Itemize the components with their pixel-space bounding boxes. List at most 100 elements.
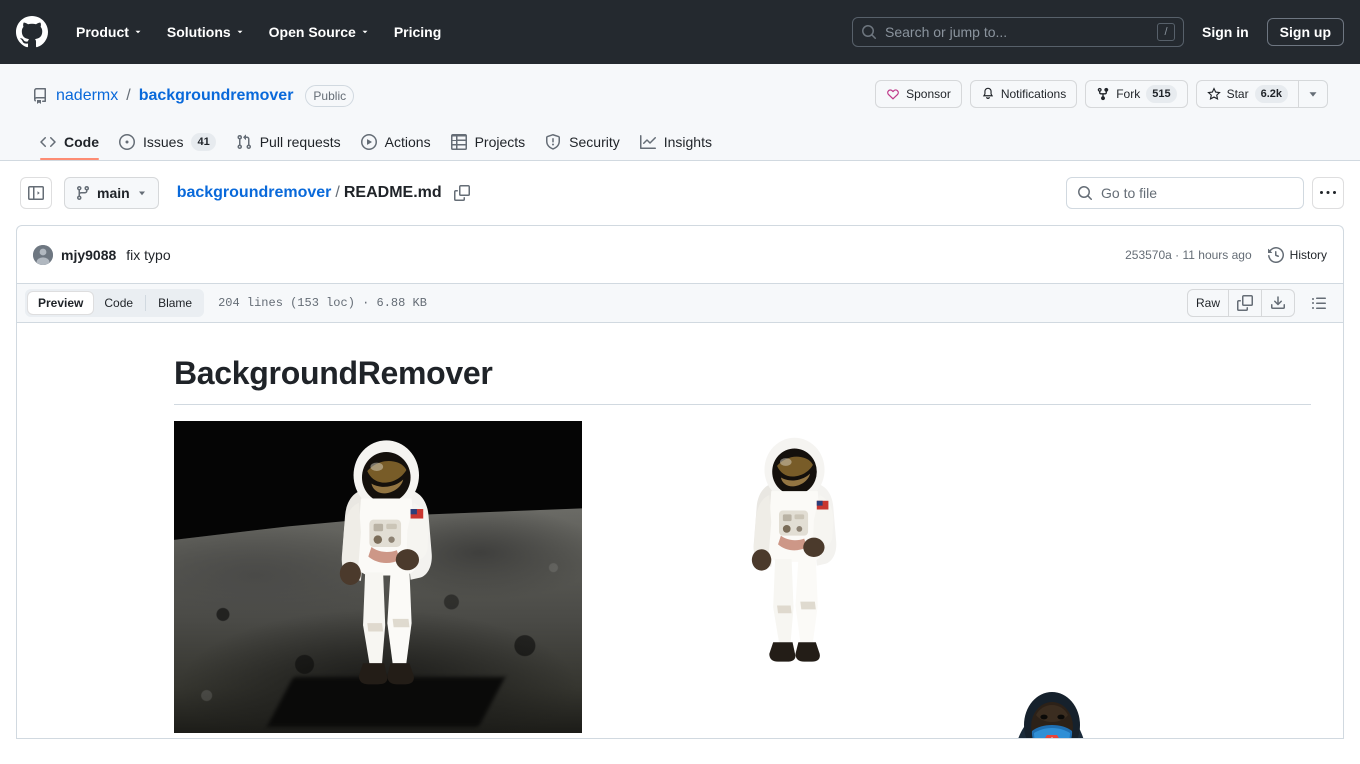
star-dropdown-button[interactable] (1299, 80, 1328, 108)
global-nav: Product Solutions Open Source Pricing (64, 16, 453, 48)
notifications-label: Notifications (1000, 87, 1067, 101)
person-hoodie-graphic (1018, 692, 1084, 738)
repository-header: nadermx / backgroundremover Public Spons… (0, 64, 1360, 161)
chevron-down-icon (237, 30, 243, 34)
tab-insights[interactable]: Insights (632, 124, 724, 160)
tab-pull-requests[interactable]: Pull requests (228, 124, 353, 160)
triangle-down-icon (1309, 92, 1317, 97)
commit-meta-group: 253570a · 11 hours ago History (1125, 246, 1327, 263)
breadcrumb-file-name: README.md (343, 184, 442, 201)
nav-item-open-source[interactable]: Open Source (257, 16, 382, 48)
tab-actions[interactable]: Actions (353, 124, 443, 160)
tab-projects[interactable]: Projects (443, 124, 538, 160)
global-header: Product Solutions Open Source Pricing Se… (0, 0, 1360, 64)
repo-icon (34, 88, 46, 104)
fork-button[interactable]: Fork 515 (1085, 80, 1188, 108)
tab-code[interactable]: Code (32, 124, 111, 160)
file-view-toolbar: Preview Code Blame 204 lines (153 loc) ·… (16, 283, 1344, 323)
commit-message-link[interactable]: fix typo (126, 247, 170, 263)
star-button[interactable]: Star 6.2k (1195, 80, 1299, 108)
file-toolbar-actions: Raw (1186, 287, 1335, 319)
avatar-image (33, 244, 53, 265)
branch-selector-button[interactable]: main (64, 177, 159, 209)
commit-meta-separator: · (1171, 247, 1183, 262)
tab-issues[interactable]: Issues 41 (111, 124, 228, 160)
sidebar-expand-icon (28, 186, 44, 200)
view-code-tab[interactable]: Code (94, 291, 143, 315)
avatar[interactable] (33, 244, 53, 265)
tab-label: Projects (474, 134, 526, 150)
list-unordered-icon (1312, 297, 1326, 309)
nav-item-label: Pricing (393, 24, 442, 40)
nav-item-product[interactable]: Product (64, 16, 155, 48)
tab-label: Security (569, 134, 620, 150)
tab-security[interactable]: Security (537, 124, 632, 160)
tab-label: Pull requests (259, 134, 341, 150)
triangle-down-icon (138, 191, 145, 196)
breadcrumb-repo-link[interactable]: backgroundremover (177, 184, 332, 202)
table-icon (450, 134, 467, 150)
shield-icon (546, 134, 561, 150)
astronaut-cutout-image (727, 431, 862, 683)
tab-label: Issues (143, 134, 184, 150)
sign-in-link[interactable]: Sign in (1192, 18, 1259, 46)
copy-raw-button[interactable] (1229, 290, 1262, 316)
commit-hash-and-time: 253570a · 11 hours ago (1125, 248, 1252, 262)
go-to-file-placeholder: Go to file (1101, 185, 1158, 201)
astronaut-on-moon-original-image (174, 421, 582, 733)
go-to-file-input[interactable]: Go to file (1066, 177, 1304, 209)
more-options-button[interactable] (1312, 177, 1344, 209)
readme-heading: BackgroundRemover (174, 355, 1311, 405)
repo-visibility-badge: Public (305, 85, 355, 107)
download-raw-button[interactable] (1262, 290, 1294, 316)
latest-commit-bar: mjy9088 fix typo 253570a · 11 hours ago … (16, 225, 1344, 283)
repository-actions: Sponsor Notifications Fork 515 Star 6.2k (875, 80, 1328, 108)
github-mark-icon[interactable] (16, 16, 48, 48)
sidebar-toggle-button[interactable] (20, 177, 52, 209)
tab-label: Actions (384, 134, 431, 150)
kebab-horizontal-icon (1320, 191, 1336, 194)
sponsor-button[interactable]: Sponsor (875, 80, 962, 108)
commit-hash[interactable]: 253570a (1125, 248, 1172, 262)
repo-owner-link[interactable]: nadermx (56, 87, 118, 105)
astronaut-figure (321, 433, 452, 708)
readme-image-row (174, 421, 1311, 738)
heart-icon (887, 89, 899, 100)
nav-item-pricing[interactable]: Pricing (382, 16, 453, 48)
astronaut-cutout-graphic (751, 437, 837, 662)
file-navigation-right: Go to file (1066, 177, 1344, 209)
global-header-right: Search or jump to... / Sign in Sign up (852, 0, 1344, 64)
star-count: 6.2k (1254, 85, 1288, 103)
repository-tabs: Code Issues 41 Pull requests Actions Pro… (32, 124, 1328, 160)
notifications-button[interactable]: Notifications (969, 80, 1078, 108)
file-view-switcher: Preview Code Blame (25, 289, 205, 317)
fork-count: 515 (1146, 85, 1177, 103)
code-icon (40, 137, 56, 148)
file-path-breadcrumb: backgroundremover / README.md (177, 181, 474, 205)
star-button-group: Star 6.2k (1195, 80, 1328, 108)
chevron-down-icon (135, 30, 141, 34)
bell-icon (982, 87, 993, 99)
play-icon (360, 134, 377, 150)
person-hoodie-mask-cutout-image (984, 671, 1144, 738)
global-search-input[interactable]: Search or jump to... / (852, 17, 1184, 47)
repo-separator: / (126, 87, 131, 104)
copy-path-button[interactable] (450, 181, 474, 205)
raw-actions-group: Raw (1186, 289, 1295, 317)
view-preview-tab[interactable]: Preview (27, 291, 95, 315)
search-icon (1078, 186, 1092, 200)
sign-up-button[interactable]: Sign up (1266, 18, 1344, 46)
commit-author-link[interactable]: mjy9088 (61, 247, 116, 263)
raw-button[interactable]: Raw (1188, 290, 1229, 316)
file-size-meta: 204 lines (153 loc) · 6.88 KB (218, 296, 427, 310)
graph-icon (639, 135, 656, 149)
history-link[interactable]: History (1267, 246, 1327, 263)
git-pull-request-icon (237, 134, 251, 150)
star-icon (1206, 87, 1221, 100)
view-blame-tab[interactable]: Blame (148, 291, 202, 315)
breadcrumb-separator: / (335, 184, 340, 201)
repo-name-link[interactable]: backgroundremover (139, 87, 294, 105)
nav-item-solutions[interactable]: Solutions (155, 16, 257, 48)
outline-toggle-button[interactable] (1303, 287, 1335, 319)
download-icon (1271, 296, 1285, 309)
